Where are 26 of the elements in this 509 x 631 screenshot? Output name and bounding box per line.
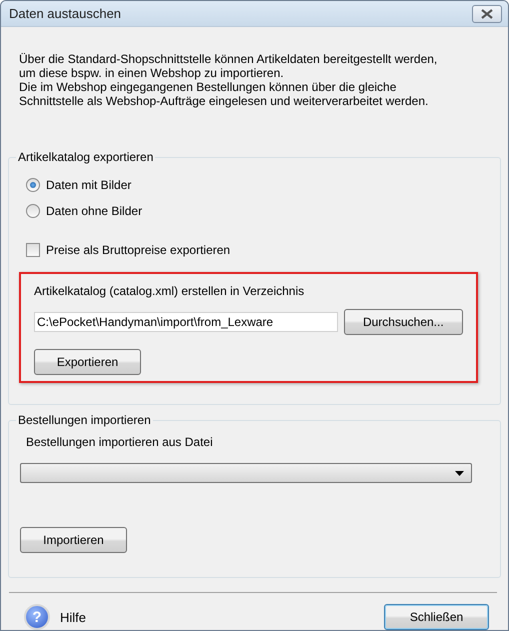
- import-button[interactable]: Importieren: [20, 527, 127, 553]
- group-title: Artikelkatalog exportieren: [17, 150, 154, 164]
- file-dropdown[interactable]: [20, 463, 472, 483]
- export-button[interactable]: Exportieren: [34, 349, 141, 375]
- radio-label: Daten mit Bilder: [46, 178, 132, 192]
- radio-button[interactable]: [26, 204, 40, 218]
- radio-label: Daten ohne Bilder: [46, 204, 142, 218]
- browse-button[interactable]: Durchsuchen...: [344, 309, 463, 335]
- radio-option[interactable]: Daten mit Bilder: [26, 178, 490, 192]
- close-icon: [480, 8, 494, 18]
- checkbox[interactable]: [26, 243, 40, 257]
- checkbox-option[interactable]: Preise als Bruttopreise exportieren: [26, 243, 490, 257]
- file-label: Bestellungen importieren aus Datei: [26, 435, 214, 449]
- radio-button[interactable]: [26, 178, 40, 192]
- close-button[interactable]: Schließen: [384, 604, 489, 630]
- radio-option[interactable]: Daten ohne Bilder: [26, 204, 490, 218]
- group-title: Bestellungen importieren: [17, 413, 152, 427]
- close-button[interactable]: [472, 4, 502, 22]
- checkbox-label: Preise als Bruttopreise exportieren: [46, 243, 230, 257]
- description-text: Die im Webshop eingegangenen Bestellungen können über die gleiche Schnittstelle als Webshop-Aufträge eingelesen und weiterverarbeitet werden.: [19, 80, 430, 108]
- dropdown-arrow-icon: [455, 470, 464, 476]
- directory-field[interactable]: C:\ePocket\Handyman\import\from_Lexware: [34, 312, 338, 332]
- directory-label: Artikelkatalog (catalog.xml) erstellen in Verzeichnis: [34, 284, 306, 298]
- description-text: Über die Standard-Shopschnittstelle können Artikeldaten bereitgestellt werden, um diese bspw. in einen Webshop zu importieren.: [19, 52, 438, 80]
- window-title: Daten austauschen: [9, 6, 122, 21]
- help-label[interactable]: Hilfe: [60, 610, 86, 624]
